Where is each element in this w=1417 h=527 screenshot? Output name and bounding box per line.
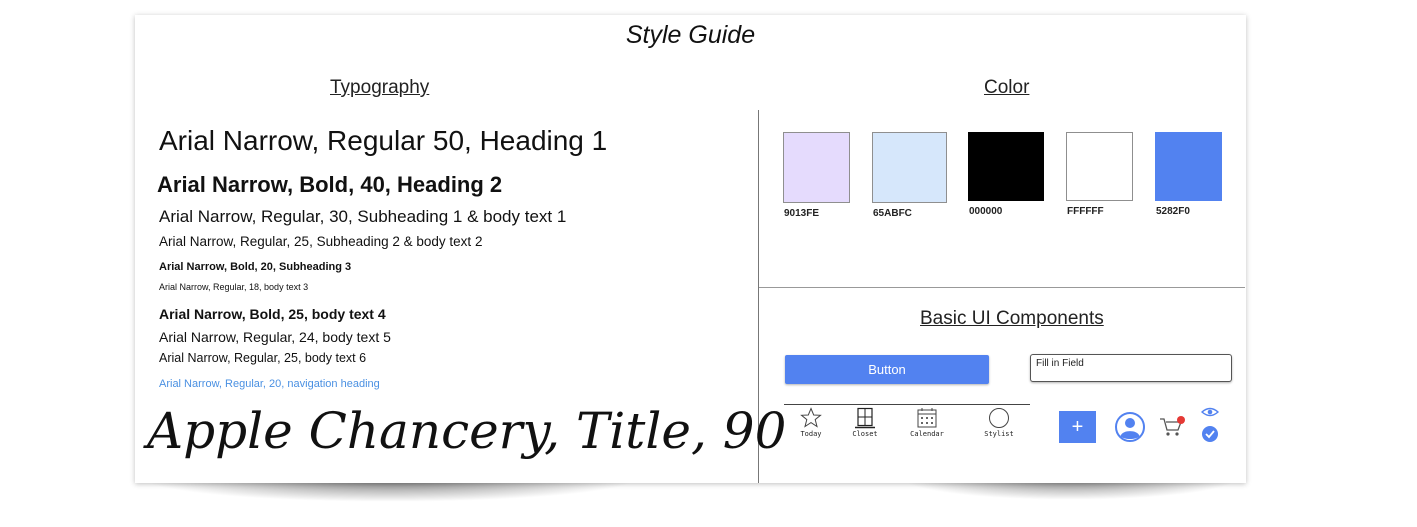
eye-icon[interactable] [1201, 406, 1219, 418]
heading-1-sample: Arial Narrow, Regular 50, Heading 1 [159, 125, 608, 156]
typography-heading: Typography [330, 77, 430, 98]
body-text-6-sample: Arial Narrow, Regular, 25, body text 6 [159, 351, 367, 365]
subheading-2-sample: Arial Narrow, Regular, 25, Subheading 2 … [159, 234, 483, 249]
field-placeholder: Fill in Field [1036, 358, 1084, 369]
swatch-label: 65ABFC [873, 208, 912, 219]
subheading-1-sample: Arial Narrow, Regular, 30, Subheading 1 … [159, 207, 567, 226]
nav-label: Closet [852, 430, 878, 438]
components-heading: Basic UI Components [920, 308, 1104, 329]
shopping-cart-icon[interactable] [1158, 415, 1186, 439]
nav-item-stylist[interactable]: Stylist [971, 407, 1027, 438]
check-circle-icon[interactable] [1201, 425, 1219, 443]
nav-bar-top-line [784, 404, 1030, 405]
fill-in-field[interactable]: Fill in Field [1030, 354, 1232, 382]
style-guide-card: Style Guide Typography Color Arial Narro… [135, 15, 1246, 483]
nav-label: Today [800, 430, 822, 438]
body-text-4-sample: Arial Narrow, Bold, 25, body text 4 [159, 306, 386, 322]
navigation-heading-sample: Arial Narrow, Regular, 20, navigation he… [159, 378, 380, 390]
swatch-5282f0 [1155, 132, 1222, 201]
star-icon [800, 407, 822, 428]
swatch-label: 9013FE [784, 208, 820, 219]
body-text-5-sample: Arial Narrow, Regular, 24, body text 5 [159, 329, 391, 345]
page-title: Style Guide [625, 21, 756, 49]
calendar-icon [917, 408, 937, 428]
nav-label: Stylist [984, 430, 1014, 438]
circle-icon [989, 408, 1009, 428]
subheading-3-sample: Arial Narrow, Bold, 20, Subheading 3 [159, 261, 352, 273]
nav-item-calendar[interactable]: Calendar [899, 407, 955, 438]
nav-item-today[interactable]: Today [783, 407, 839, 438]
swatch-ffffff [1066, 132, 1133, 201]
swatch-label: 000000 [969, 206, 1003, 217]
heading-2-sample: Arial Narrow, Bold, 40, Heading 2 [157, 172, 503, 197]
profile-icon[interactable] [1114, 411, 1146, 443]
nav-item-closet[interactable]: Closet [837, 407, 893, 438]
add-button[interactable]: + [1059, 411, 1096, 443]
swatch-9013fe [783, 132, 850, 203]
swatch-label: FFFFFF [1067, 206, 1104, 217]
horizontal-divider [759, 287, 1245, 288]
nav-label: Calendar [910, 430, 944, 438]
body-text-3-sample: Arial Narrow, Regular, 18, body text 3 [159, 282, 309, 292]
swatch-65abfc [872, 132, 947, 203]
color-heading: Color [984, 77, 1030, 98]
closet-icon [855, 407, 875, 429]
swatch-label: 5282F0 [1156, 206, 1190, 217]
sample-button[interactable]: Button [785, 355, 989, 384]
swatch-000000 [968, 132, 1044, 201]
title-sample: Apple Chancery, Title, 90 [147, 402, 787, 460]
